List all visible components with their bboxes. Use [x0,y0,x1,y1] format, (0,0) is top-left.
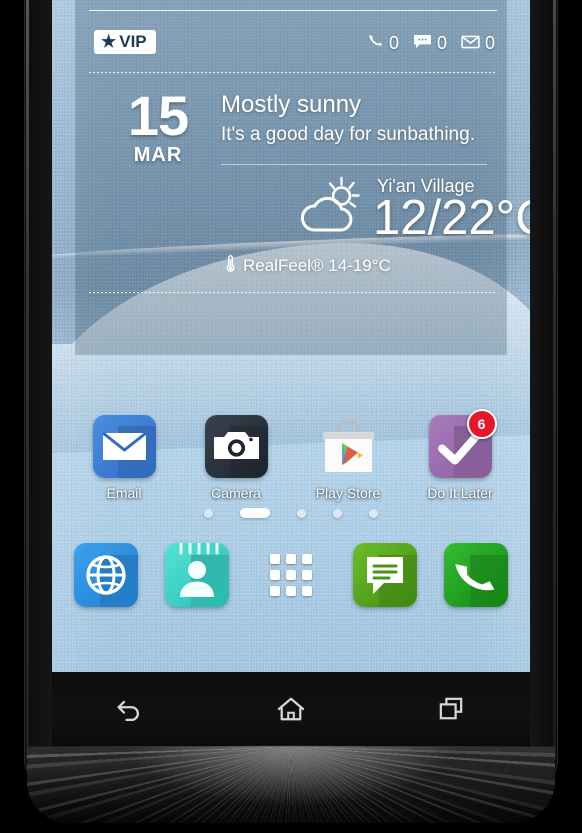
camera-icon [204,415,268,478]
phone-handset-icon [455,564,495,591]
weather-divider [221,164,487,165]
notification-badge: 6 [466,409,497,439]
app-camera[interactable]: Camera [180,415,292,501]
back-arrow-icon [117,700,140,721]
weather-condition-block: Mostly sunny It's a good day for sunbath… [221,90,493,148]
google-search-bar[interactable]: Google Search [93,0,493,10]
widget-divider-top [89,72,497,73]
app-drawer-dot [302,554,312,564]
app-drawer-dot [270,554,280,564]
bezel-edge-left [26,0,29,760]
dock-browser[interactable] [74,543,138,607]
page-indicator[interactable] [52,508,530,518]
widget-divider-bottom [89,292,497,293]
page-dot[interactable] [369,508,378,518]
weather-clock-widget[interactable]: Mostly cloudy Google Search ★ [75,0,530,355]
app-drawer-dot [286,586,296,596]
globe-icon [86,555,126,595]
phone-icon [367,32,384,54]
weather-main-block[interactable]: Yi'an Village 12/22°C [225,174,530,260]
email-icon [92,415,156,478]
date-day: 15 [127,84,189,147]
app-label: Play Store [315,485,381,501]
page-dot[interactable] [333,508,342,518]
dock-all-apps[interactable] [259,543,323,607]
date-month: MAR [133,144,183,166]
app-drawer-dot [286,554,296,564]
home-icon [277,697,305,721]
checkmark-icon: 6 [428,409,497,478]
play-store-icon [317,415,380,478]
dock-phone[interactable] [444,543,508,607]
nav-home-button[interactable] [259,686,323,732]
search-underline [89,10,497,11]
dock [52,543,530,611]
weather-condition: Mostly sunny [221,91,362,118]
sun-behind-cloud-icon [295,176,369,238]
missed-call-count: 0 [388,32,399,53]
vip-label: VIP [119,32,147,51]
unread-message-counter[interactable]: 0 [413,33,447,54]
device-frame: Mostly cloudy Google Search ★ [0,0,582,833]
contacts-icon [179,543,219,597]
unread-message-count: 0 [436,32,447,53]
app-drawer-dot [270,570,280,580]
dock-contacts[interactable] [165,543,229,607]
app-grid: Email Camera Play Store 6 Do It Later [52,409,530,515]
date-block[interactable]: 15 MAR [113,84,203,167]
unread-email-count: 0 [484,32,495,53]
nav-recents-button[interactable] [419,686,483,732]
star-icon: ★ [101,32,117,51]
app-do-it-later[interactable]: 6 Do It Later [404,409,516,501]
missed-call-counter[interactable]: 0 [367,32,399,54]
phone-screen: Mostly cloudy Google Search ★ [52,0,530,672]
dock-messaging[interactable] [353,543,417,607]
realfeel-block: RealFeel® 14-19°C [225,254,391,278]
chin-gloss [27,747,555,823]
page-dot[interactable] [297,508,306,518]
app-label: Do It Later [427,485,493,501]
thermometer-icon [225,254,236,278]
vip-contacts-row[interactable]: ★ VIP 0 0 0 [89,24,497,64]
page-dot-active[interactable] [240,508,270,518]
app-drawer-dot [270,586,280,596]
message-icon [413,33,432,54]
app-play-store[interactable]: Play Store [292,415,404,501]
vip-badge[interactable]: ★ VIP [94,30,156,54]
recent-apps-icon [439,697,463,720]
page-dot[interactable] [204,508,213,518]
chat-bubble-icon [367,557,403,594]
phone-chin [27,747,555,823]
bezel-edge-right [553,0,556,760]
app-drawer-dot [302,570,312,580]
notification-counters: 0 0 0 [367,32,495,54]
weather-advice: It's a good day for sunbathing. [221,124,475,145]
navigation-bar [52,672,530,749]
unread-email-counter[interactable]: 0 [461,33,495,54]
app-drawer-dot [286,570,296,580]
app-drawer-dot [302,586,312,596]
app-label: Email [106,485,142,501]
app-email[interactable]: Email [68,415,180,501]
envelope-icon [461,33,480,54]
realfeel-text: RealFeel® 14-19°C [243,256,391,275]
app-label: Camera [211,485,261,501]
weather-temperature: 12/22°C [373,191,530,245]
nav-back-button[interactable] [99,686,163,732]
